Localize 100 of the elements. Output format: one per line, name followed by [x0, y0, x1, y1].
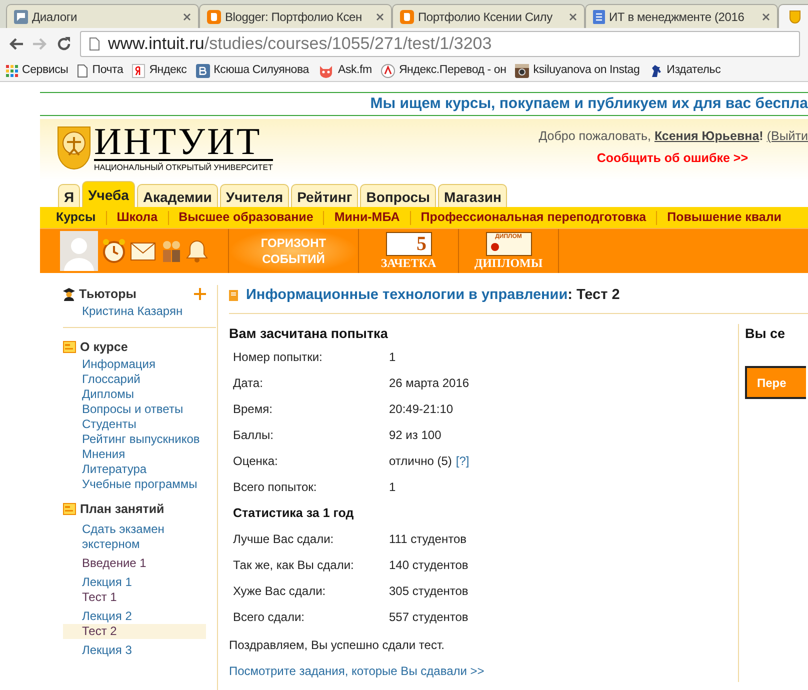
report-error-link[interactable]: Сообщить об ошибке >>	[596, 148, 748, 168]
sidebar-link[interactable]: Кристина Казарян	[63, 304, 206, 319]
tab-title: Портфолио Ксении Силу	[418, 8, 554, 26]
graduate-icon	[63, 288, 75, 301]
field-value: 111 студентов	[389, 531, 467, 548]
browser-tab[interactable]: Blogger: Портфолио Ксен	[199, 4, 392, 28]
nav-tab[interactable]: Академии	[136, 184, 218, 207]
field-label: Лучше Вас сдали:	[233, 531, 335, 548]
bookmark-link[interactable]: Почта	[92, 62, 124, 80]
congrats-text: Поздравляем, Вы успешно сдали тест.	[229, 637, 446, 654]
field-label: Так же, как Вы сдали:	[233, 557, 355, 574]
back-arrow-icon[interactable]	[8, 37, 24, 51]
field-value: 20:49-21:10	[389, 401, 454, 418]
welcome-text: Добро пожаловать,	[538, 128, 652, 145]
bookmark-link[interactable]: Ask.fm	[338, 62, 372, 80]
yandex-icon	[132, 64, 146, 78]
translate-icon	[380, 64, 395, 78]
tab-title: Диалоги	[32, 8, 78, 26]
sub-nav-link[interactable]: Высшее образование	[178, 208, 314, 227]
field-value: 1	[389, 349, 396, 366]
field-value: 305 студентов	[389, 583, 468, 600]
sidebar-link[interactable]: Литература	[63, 462, 206, 476]
sub-nav-link[interactable]: Повышение квали	[667, 208, 782, 227]
sub-nav-link[interactable]: Курсы	[56, 208, 96, 227]
nav-tab[interactable]: Учеба	[82, 181, 135, 207]
sub-nav-link[interactable]: Профессиональная переподготовка	[420, 208, 646, 227]
envelope-icon[interactable]	[130, 240, 156, 262]
sidebar-heading: Вы се	[745, 324, 786, 343]
page-icon	[77, 64, 88, 78]
logout-link[interactable]: (Выйти	[766, 127, 808, 146]
sub-nav-link[interactable]: Мини-МБА	[334, 208, 400, 227]
folder-list-icon	[63, 502, 76, 515]
reload-icon[interactable]	[56, 36, 72, 52]
nav-tab[interactable]: Магазин	[438, 184, 508, 207]
sidebar-link[interactable]: Мнения	[63, 446, 206, 462]
document-icon	[229, 290, 238, 302]
sidebar-link[interactable]: Учебные программы	[63, 476, 206, 492]
section-title: О курсе	[80, 338, 129, 356]
bookmark-link[interactable]: Ксюша Силуянова	[214, 62, 309, 80]
bookmark-link[interactable]: ksiluyanova on Instag	[533, 62, 640, 80]
sidebar-link[interactable]: Вопросы и ответы	[63, 402, 206, 416]
shield-icon	[789, 10, 801, 24]
sidebar-link[interactable]: Лекция 1	[63, 575, 173, 590]
stats-heading: Статистика за 1 год	[232, 504, 355, 522]
field-label: Баллы:	[233, 427, 275, 444]
banner-text[interactable]: Мы ищем курсы, покупаем и публикуем их для вас беспла	[370, 93, 808, 115]
document-icon	[593, 10, 605, 24]
gradebook-button[interactable]: 5 ЗАЧЕТКА	[359, 229, 459, 273]
field-label: Время:	[233, 401, 274, 418]
browser-tab[interactable]: Диалоги	[6, 4, 199, 28]
blogger-icon	[400, 10, 414, 24]
sidebar-link[interactable]: Тест 1	[63, 590, 206, 606]
speech-bubble-icon	[14, 10, 28, 24]
bookmark-link[interactable]: Яндекс.Перевод - он	[398, 62, 506, 80]
user-link[interactable]: Ксения Юрьевна	[654, 127, 760, 146]
url-text: www.intuit.ru/studies/courses/1055/271/test/1/3203	[108, 33, 492, 56]
help-link[interactable]: [?]	[456, 452, 470, 470]
tab-title: Blogger: Портфолио Ксен	[225, 8, 363, 26]
sidebar-link[interactable]: Рейтинг выпускников	[63, 432, 206, 446]
close-icon[interactable]	[376, 12, 384, 20]
result-heading: Вам засчитана попытка	[229, 324, 389, 343]
nav-tab[interactable]: Рейтинг	[291, 184, 358, 207]
review-tasks-link[interactable]: Посмотрите задания, которые Вы сдавали >>	[229, 662, 738, 680]
field-label: Всего сдали:	[233, 609, 306, 626]
browser-tab[interactable]	[778, 4, 808, 28]
nav-tab[interactable]: Вопросы	[360, 184, 436, 207]
address-field[interactable]: www.intuit.ru/studies/courses/1055/271/test/1/3203	[80, 31, 800, 57]
nav-tab[interactable]: Я	[58, 184, 80, 207]
tab-title: ИТ в менеджменте (2016	[609, 8, 746, 26]
bookmark-link[interactable]: Сервисы	[22, 62, 68, 80]
sidebar-link[interactable]: Лекция 3	[63, 643, 173, 658]
sidebar-link[interactable]: Информация	[63, 356, 206, 372]
field-label: Дата:	[233, 375, 264, 392]
close-icon[interactable]	[183, 12, 191, 20]
logo-wordmark[interactable]: ИНТУИТ	[94, 125, 273, 161]
bookmark-link[interactable]: Яндекс	[149, 62, 187, 80]
sidebar-link[interactable]: Введение 1	[63, 556, 173, 572]
bookmark-link[interactable]: Издательс	[666, 62, 721, 80]
field-value: 26 марта 2016	[389, 375, 470, 392]
sidebar-link[interactable]: Сдать экзамен экстерном	[63, 522, 173, 552]
plus-icon[interactable]	[194, 288, 206, 300]
sub-nav-link[interactable]: Школа	[116, 208, 158, 227]
section-title: План занятий	[80, 500, 166, 518]
bell-icon[interactable]	[186, 239, 208, 263]
field-value: 92 из 100	[389, 427, 442, 444]
sidebar-link[interactable]: Дипломы	[63, 386, 206, 402]
sidebar-link[interactable]: Тест 2	[63, 624, 206, 640]
cat-face-icon	[318, 64, 334, 78]
close-icon[interactable]	[762, 12, 770, 20]
sidebar-link[interactable]: Глоссарий	[63, 372, 206, 386]
sidebar-link[interactable]: Студенты	[63, 416, 206, 432]
close-icon[interactable]	[569, 12, 577, 20]
camera-icon	[515, 64, 530, 78]
section-title: Тьюторы	[79, 286, 138, 303]
browser-tab[interactable]: Портфолио Ксении Силу	[392, 4, 585, 28]
vk-icon	[196, 64, 210, 78]
sidebar-link[interactable]: Лекция 2	[63, 609, 173, 624]
nav-tab[interactable]: Учителя	[220, 184, 290, 207]
alarm-clock-icon[interactable]	[101, 238, 127, 264]
browser-tab[interactable]: ИТ в менеджменте (2016	[585, 4, 778, 28]
